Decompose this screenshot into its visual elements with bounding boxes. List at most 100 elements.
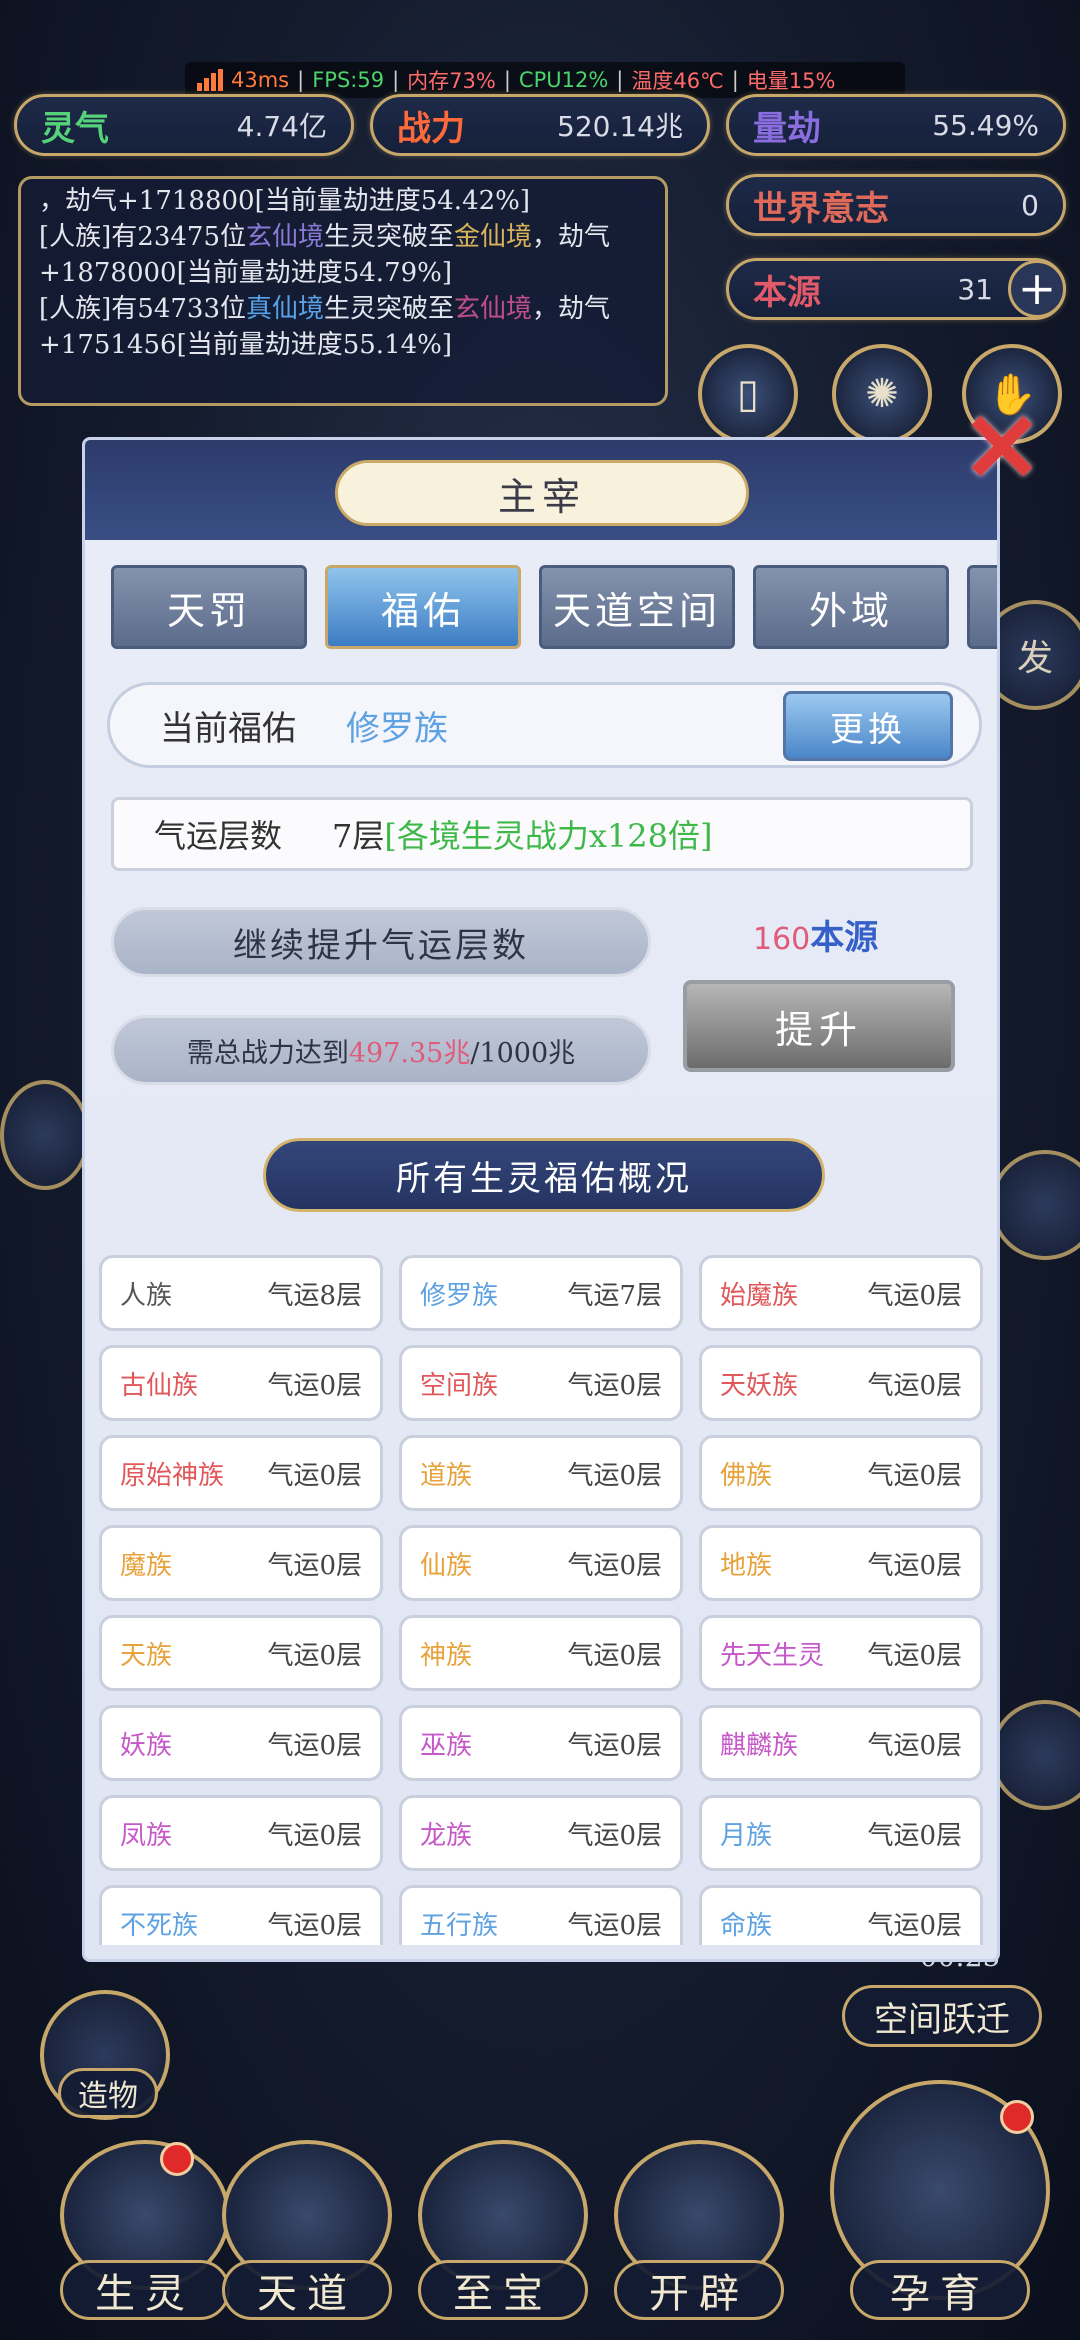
race-name: 五行族	[420, 1910, 499, 1941]
race-cell[interactable]: 原始神族 气运0层	[99, 1435, 383, 1511]
upgrade-luck-label: 继续提升气运层数	[111, 907, 651, 977]
race-luck-level: 气运0层	[867, 1640, 962, 1671]
race-cell[interactable]: 不死族 气运0层	[99, 1885, 383, 1945]
race-cell[interactable]: 地族 气运0层	[699, 1525, 983, 1601]
whirl-icon[interactable]: ✺	[832, 344, 932, 444]
race-cell[interactable]: 命族 气运0层	[699, 1885, 983, 1945]
race-cell[interactable]: 仙族 气运0层	[399, 1525, 683, 1601]
liangjie-pill[interactable]: 量劫 55.49%	[726, 94, 1066, 156]
race-name: 不死族	[120, 1910, 199, 1941]
race-luck-level: 气运0层	[267, 1820, 362, 1851]
race-cell[interactable]: 凤族 气运0层	[99, 1795, 383, 1871]
tab-waiyu[interactable]: 外域	[753, 565, 949, 649]
tab-tianfa[interactable]: 天罚	[111, 565, 307, 649]
race-cell[interactable]: 始魔族 气运0层	[699, 1255, 983, 1331]
race-luck-level: 气运0层	[867, 1280, 962, 1311]
right-side-button-2[interactable]	[990, 1700, 1080, 1810]
race-cell[interactable]: 修罗族 气运7层	[399, 1255, 683, 1331]
zaowu-label: 造物	[58, 2068, 158, 2118]
race-name: 空间族	[420, 1370, 499, 1401]
nav-kaipi[interactable]: 开辟	[614, 2140, 784, 2320]
race-luck-level: 气运0层	[567, 1460, 662, 1491]
status-bar: 43ms | FPS:59 | 内存73% | CPU12% | 温度46℃ |…	[185, 62, 905, 98]
world-will-value: 0	[1021, 188, 1039, 222]
nav-kaipi-label: 开辟	[614, 2260, 784, 2320]
race-luck-level: 气运0层	[267, 1460, 362, 1491]
add-benyuan-button[interactable]: +	[1008, 260, 1066, 318]
world-will-label: 世界意志	[753, 188, 889, 229]
race-cell[interactable]: 天妖族 气运0层	[699, 1345, 983, 1421]
side-fa-label: 发	[1016, 638, 1053, 679]
nav-shengling[interactable]: 生灵	[60, 2140, 230, 2320]
race-cell[interactable]: 月族 气运0层	[699, 1795, 983, 1871]
race-cell[interactable]: 先天生灵 气运0层	[699, 1615, 983, 1691]
race-luck-level: 气运0层	[867, 1820, 962, 1851]
race-name: 仙族	[420, 1550, 473, 1581]
race-cell[interactable]: 人族 气运8层	[99, 1255, 383, 1331]
nav-zhibao[interactable]: 至宝	[418, 2140, 588, 2320]
space-jump-button[interactable]: 空间跃迁	[842, 1985, 1042, 2047]
race-luck-level: 气运0层	[867, 1910, 962, 1941]
race-name: 始魔族	[720, 1280, 799, 1311]
temp-text: 温度46℃	[631, 69, 724, 93]
tab-more[interactable]	[967, 565, 997, 649]
requirement-row: 需总战力达到 497.35兆/1000兆	[111, 1015, 651, 1085]
race-cell[interactable]: 妖族 气运0层	[99, 1705, 383, 1781]
race-cell[interactable]: 道族 气运0层	[399, 1435, 683, 1511]
tab-fuyou[interactable]: 福佑	[325, 565, 521, 649]
zhanli-pill[interactable]: 战力 520.14兆	[370, 94, 710, 156]
race-name: 道族	[420, 1460, 473, 1491]
close-icon[interactable]: ✕	[952, 398, 1052, 498]
race-luck-level: 气运0层	[567, 1910, 662, 1941]
lingqi-pill[interactable]: 灵气 4.74亿	[14, 94, 354, 156]
cost-amount: 160	[753, 922, 811, 957]
race-cell[interactable]: 天族 气运0层	[99, 1615, 383, 1691]
race-name: 巫族	[420, 1730, 473, 1761]
scroll-icon[interactable]: ▯	[698, 344, 798, 444]
left-side-button[interactable]	[0, 1080, 90, 1190]
race-name: 修罗族	[420, 1280, 499, 1311]
battery-text: 电量15%	[746, 69, 836, 93]
tab-tiandao-kongjian[interactable]: 天道空间	[539, 565, 735, 649]
race-cell[interactable]: 魔族 气运0层	[99, 1525, 383, 1601]
race-name: 古仙族	[120, 1370, 199, 1401]
race-luck-level: 气运0层	[867, 1370, 962, 1401]
race-luck-level: 气运0层	[267, 1370, 362, 1401]
race-cell[interactable]: 龙族 气运0层	[399, 1795, 683, 1871]
nav-zhibao-label: 至宝	[418, 2260, 588, 2320]
race-luck-level: 气运0层	[567, 1640, 662, 1671]
upgrade-cost: 160本源	[753, 910, 878, 959]
tab-tianfa-label: 天罚	[166, 588, 251, 633]
race-luck-level: 气运0层	[267, 1550, 362, 1581]
race-cell[interactable]: 五行族 气运0层	[399, 1885, 683, 1945]
race-name: 命族	[720, 1910, 773, 1941]
right-side-button[interactable]	[990, 1150, 1080, 1260]
nav-yunyu[interactable]: 孕育	[830, 2080, 1050, 2320]
race-cell[interactable]: 空间族 气运0层	[399, 1345, 683, 1421]
race-name: 原始神族	[120, 1460, 225, 1491]
race-name: 龙族	[420, 1820, 473, 1851]
race-luck-level: 气运0层	[267, 1910, 362, 1941]
liangjie-label: 量劫	[753, 108, 821, 149]
nav-tiandao[interactable]: 天道	[222, 2140, 392, 2320]
world-will-pill[interactable]: 世界意志 0	[726, 174, 1066, 236]
need-target: /1000兆	[470, 1037, 576, 1069]
nav-shengling-label: 生灵	[60, 2260, 230, 2320]
race-cell[interactable]: 麒麟族 气运0层	[699, 1705, 983, 1781]
race-name: 天族	[120, 1640, 173, 1671]
space-jump-label: 空间跃迁	[874, 1999, 1010, 2040]
tab-tiandao-kongjian-label: 天道空间	[552, 588, 721, 633]
race-cell[interactable]: 巫族 气运0层	[399, 1705, 683, 1781]
race-cell[interactable]: 古仙族 气运0层	[99, 1345, 383, 1421]
nav-tiandao-label: 天道	[222, 2260, 392, 2320]
raise-button[interactable]: 提升	[683, 980, 955, 1072]
current-bless-row: 当前福佑 修罗族 更换	[107, 682, 982, 768]
race-name: 月族	[720, 1820, 773, 1851]
luck-label: 气运层数	[154, 817, 283, 855]
race-name: 妖族	[120, 1730, 173, 1761]
benyuan-value: 31	[957, 272, 993, 306]
swap-button[interactable]: 更换	[783, 691, 953, 761]
race-cell[interactable]: 佛族 气运0层	[699, 1435, 983, 1511]
nav-yunyu-label: 孕育	[850, 2260, 1030, 2320]
race-cell[interactable]: 神族 气运0层	[399, 1615, 683, 1691]
